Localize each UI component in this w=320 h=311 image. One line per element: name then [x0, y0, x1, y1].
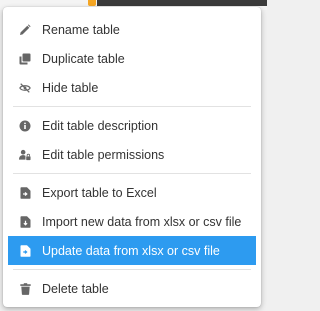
file-export-icon [19, 186, 31, 199]
item-label: Hide table [42, 80, 99, 95]
item-label: Edit table description [42, 118, 159, 133]
background-header [97, 0, 267, 6]
update-data-item[interactable]: Update data from xlsx or csv file [8, 236, 256, 265]
item-label: Update data from xlsx or csv file [42, 243, 220, 258]
import-data-item[interactable]: Import new data from xlsx or csv file [3, 207, 261, 236]
menu-divider [13, 269, 251, 270]
item-label: Edit table permissions [42, 147, 165, 162]
user-lock-icon [19, 149, 31, 161]
file-update-icon [19, 244, 31, 257]
file-import-icon [19, 215, 31, 228]
item-label: Delete table [42, 281, 109, 296]
copy-icon [19, 53, 31, 65]
delete-table-item[interactable]: Delete table [3, 274, 261, 303]
pencil-icon [19, 23, 31, 36]
hide-table-item[interactable]: Hide table [3, 73, 261, 102]
item-label: Rename table [42, 22, 120, 37]
item-label: Duplicate table [42, 51, 125, 66]
table-context-menu: Rename table Duplicate table Hide table … [3, 7, 261, 307]
edit-description-item[interactable]: Edit table description [3, 111, 261, 140]
menu-divider [13, 106, 251, 107]
export-excel-item[interactable]: Export table to Excel [3, 178, 261, 207]
item-label: Export table to Excel [42, 185, 157, 200]
menu-divider [13, 173, 251, 174]
duplicate-table-item[interactable]: Duplicate table [3, 44, 261, 73]
background-accent [88, 0, 96, 6]
info-icon [19, 120, 31, 132]
item-label: Import new data from xlsx or csv file [42, 214, 242, 229]
rename-table-item[interactable]: Rename table [3, 15, 261, 44]
trash-icon [19, 282, 31, 295]
edit-permissions-item[interactable]: Edit table permissions [3, 140, 261, 169]
eye-slash-icon [19, 82, 31, 94]
